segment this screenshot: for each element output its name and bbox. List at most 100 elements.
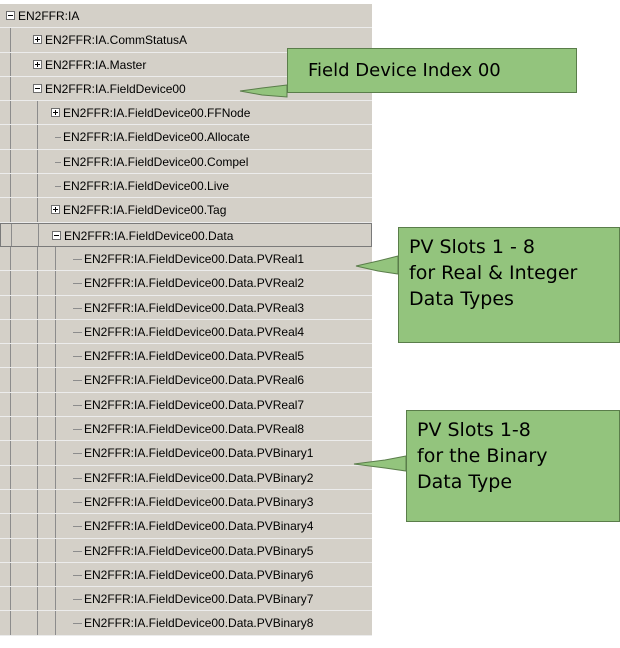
callout-line: Data Type — [417, 471, 513, 493]
tree-guide-line — [55, 344, 56, 368]
tree-guide-line — [10, 465, 11, 489]
tree-guide-line — [37, 246, 38, 271]
tree-row[interactable]: EN2FFR:IA.FieldDevice00.Data — [0, 222, 372, 247]
tree-guide-line — [10, 417, 11, 441]
tree-guide-line — [55, 538, 56, 562]
tree-guide-line — [37, 587, 38, 611]
tree-guide-line — [55, 611, 56, 635]
tree-row-label: EN2FFR:IA.FieldDevice00.Data.PVBinary7 — [84, 592, 314, 607]
tree-branch-line — [73, 429, 82, 431]
tree-row-label: EN2FFR:IA.FieldDevice00.Data.PVReal4 — [84, 324, 305, 339]
tree-guide-line — [37, 417, 38, 441]
tree-guide-line — [55, 392, 56, 417]
tree-row[interactable]: EN2FFR:IA.FieldDevice00.Data.PVReal5 — [0, 344, 372, 369]
tree-row[interactable]: EN2FFR:IA.FieldDevice00.Tag — [0, 198, 372, 223]
tree-guide-line — [37, 271, 38, 295]
tree-row-label: EN2FFR:IA.FieldDevice00.Data.PVBinary3 — [84, 494, 314, 509]
tree-guide-line — [10, 319, 11, 344]
tree-guide-line — [10, 125, 11, 149]
tree-guide-line — [55, 587, 56, 611]
tree-branch-line — [73, 356, 82, 358]
tree-guide-line — [55, 246, 56, 271]
tree-row[interactable]: EN2FFR:IA.FieldDevice00.Data.PVBinary4 — [0, 514, 372, 539]
tree-branch-line — [73, 283, 82, 285]
tree-guide-line — [10, 514, 11, 538]
tree-guide-line — [55, 368, 56, 392]
tree-row-label: EN2FFR:IA.FieldDevice00.FFNode — [63, 106, 251, 121]
tree-branch-line — [73, 404, 82, 406]
tree-guide-line — [10, 246, 11, 271]
expand-icon[interactable] — [51, 108, 60, 118]
tree-guide-line — [10, 76, 11, 101]
tree-row[interactable]: EN2FFR:IA.FieldDevice00.Data.PVBinary7 — [0, 587, 372, 612]
tree-guide-line — [10, 295, 11, 319]
tree-row[interactable]: EN2FFR:IA.FieldDevice00.Data.PVReal7 — [0, 392, 372, 418]
tree-row[interactable]: EN2FFR:IA.FieldDevice00.Data.PVBinary1 — [0, 441, 372, 466]
tree-row[interactable]: EN2FFR:IA.FieldDevice00.Data.PVBinary2 — [0, 465, 372, 490]
tree-guide-line — [37, 562, 38, 587]
expand-icon[interactable] — [33, 59, 42, 69]
tree-guide-line — [10, 368, 11, 392]
tree-guide-line — [55, 562, 56, 587]
collapse-icon[interactable] — [33, 83, 42, 93]
tree-row-label: EN2FFR:IA.FieldDevice00.Data.PVReal5 — [84, 349, 305, 364]
tree-row-label: EN2FFR:IA.FieldDevice00.Live — [63, 179, 230, 194]
tree-row-label: EN2FFR:IA.FieldDevice00.Data.PVReal8 — [84, 422, 305, 437]
tree-row[interactable]: EN2FFR:IA.FieldDevice00.Data.PVBinary6 — [0, 562, 372, 588]
tree-row[interactable]: EN2FFR:IA.FieldDevice00.Data.PVReal4 — [0, 319, 372, 345]
tree-guide-line — [37, 101, 38, 125]
tree-row-label: EN2FFR:IA.FieldDevice00.Allocate — [63, 130, 250, 145]
tree-row[interactable]: EN2FFR:IA.FieldDevice00.Allocate — [0, 125, 372, 150]
tree-row-label: EN2FFR:IA.FieldDevice00.Data.PVBinary2 — [84, 470, 314, 485]
tree-row[interactable]: EN2FFR:IA.FieldDevice00.Live — [0, 174, 372, 199]
tree-row-label: EN2FFR:IA.FieldDevice00.Data.PVBinary4 — [84, 519, 314, 534]
tree-row[interactable]: EN2FFR:IA.FieldDevice00.Data.PVBinary8 — [0, 611, 372, 636]
tree-guide-line — [10, 344, 11, 368]
collapse-icon[interactable] — [52, 230, 61, 240]
tree-branch-line — [73, 526, 82, 528]
callout-line: PV Slots 1-8 — [417, 419, 531, 441]
tree-row-label: EN2FFR:IA.FieldDevice00.Data.PVReal1 — [84, 251, 305, 266]
tree-row[interactable]: EN2FFR:IA.FieldDevice00.Data.PVReal6 — [0, 368, 372, 393]
tree-guide-line — [10, 587, 11, 611]
tree-branch-line — [73, 453, 82, 455]
tree-row-label: EN2FFR:IA.FieldDevice00 — [45, 81, 186, 96]
tree-branch-line — [73, 574, 82, 576]
tree-row-label: EN2FFR:IA.FieldDevice00.Data.PVReal7 — [84, 397, 305, 412]
callout-line: Field Device Index 00 — [308, 60, 501, 81]
tree-row-label: EN2FFR:IA.FieldDevice00.Data — [64, 228, 234, 243]
tree-guide-line — [55, 271, 56, 295]
expand-icon[interactable] — [51, 205, 60, 215]
tree-guide-line — [10, 611, 11, 635]
tree-guide-line — [55, 295, 56, 319]
tree-row[interactable]: EN2FFR:IA — [0, 4, 372, 29]
tree-guide-line — [55, 514, 56, 538]
tree-row[interactable]: EN2FFR:IA.FieldDevice00.Compel — [0, 149, 372, 175]
tree-branch-line — [73, 477, 82, 479]
tree-guide-line — [37, 344, 38, 368]
tree-guide-line — [38, 223, 39, 246]
tree-row-label: EN2FFR:IA.FieldDevice00.Data.PVBinary6 — [84, 567, 314, 582]
tree-row[interactable]: EN2FFR:IA.FieldDevice00.Data.PVReal8 — [0, 417, 372, 442]
callout-line: Data Types — [409, 288, 514, 310]
tree-guide-line — [55, 465, 56, 489]
callout-pv-real-slots: PV Slots 1 - 8 for Real & Integer Data T… — [398, 227, 620, 343]
tree-guide-line — [10, 28, 11, 52]
tree-row[interactable]: EN2FFR:IA.FieldDevice00.FFNode — [0, 101, 372, 126]
tag-tree: EN2FFR:IA EN2FFR:IA.CommStatusA EN2FFR:IA.… — [0, 4, 372, 636]
tree-guide-line — [55, 489, 56, 514]
tree-row[interactable]: EN2FFR:IA.FieldDevice00.Data.PVReal3 — [0, 295, 372, 320]
expand-icon[interactable] — [33, 35, 42, 45]
tree-row[interactable]: EN2FFR:IA.FieldDevice00.Data.PVBinary5 — [0, 538, 372, 563]
collapse-icon[interactable] — [6, 11, 15, 20]
tree-row[interactable]: EN2FFR:IA.FieldDevice00.Data.PVReal2 — [0, 271, 372, 296]
tree-row[interactable]: EN2FFR:IA.FieldDevice00.Data.PVReal1 — [0, 246, 372, 272]
tree-branch-line — [73, 331, 82, 333]
tree-row-label: EN2FFR:IA.FieldDevice00.Data.PVBinary1 — [84, 446, 314, 461]
tree-guide-line — [37, 514, 38, 538]
tree-guide-line — [37, 295, 38, 319]
tree-row-label: EN2FFR:IA.CommStatusA — [45, 33, 188, 48]
tree-guide-line — [10, 562, 11, 587]
tree-guide-line — [10, 538, 11, 562]
tree-row[interactable]: EN2FFR:IA.FieldDevice00.Data.PVBinary3 — [0, 489, 372, 515]
